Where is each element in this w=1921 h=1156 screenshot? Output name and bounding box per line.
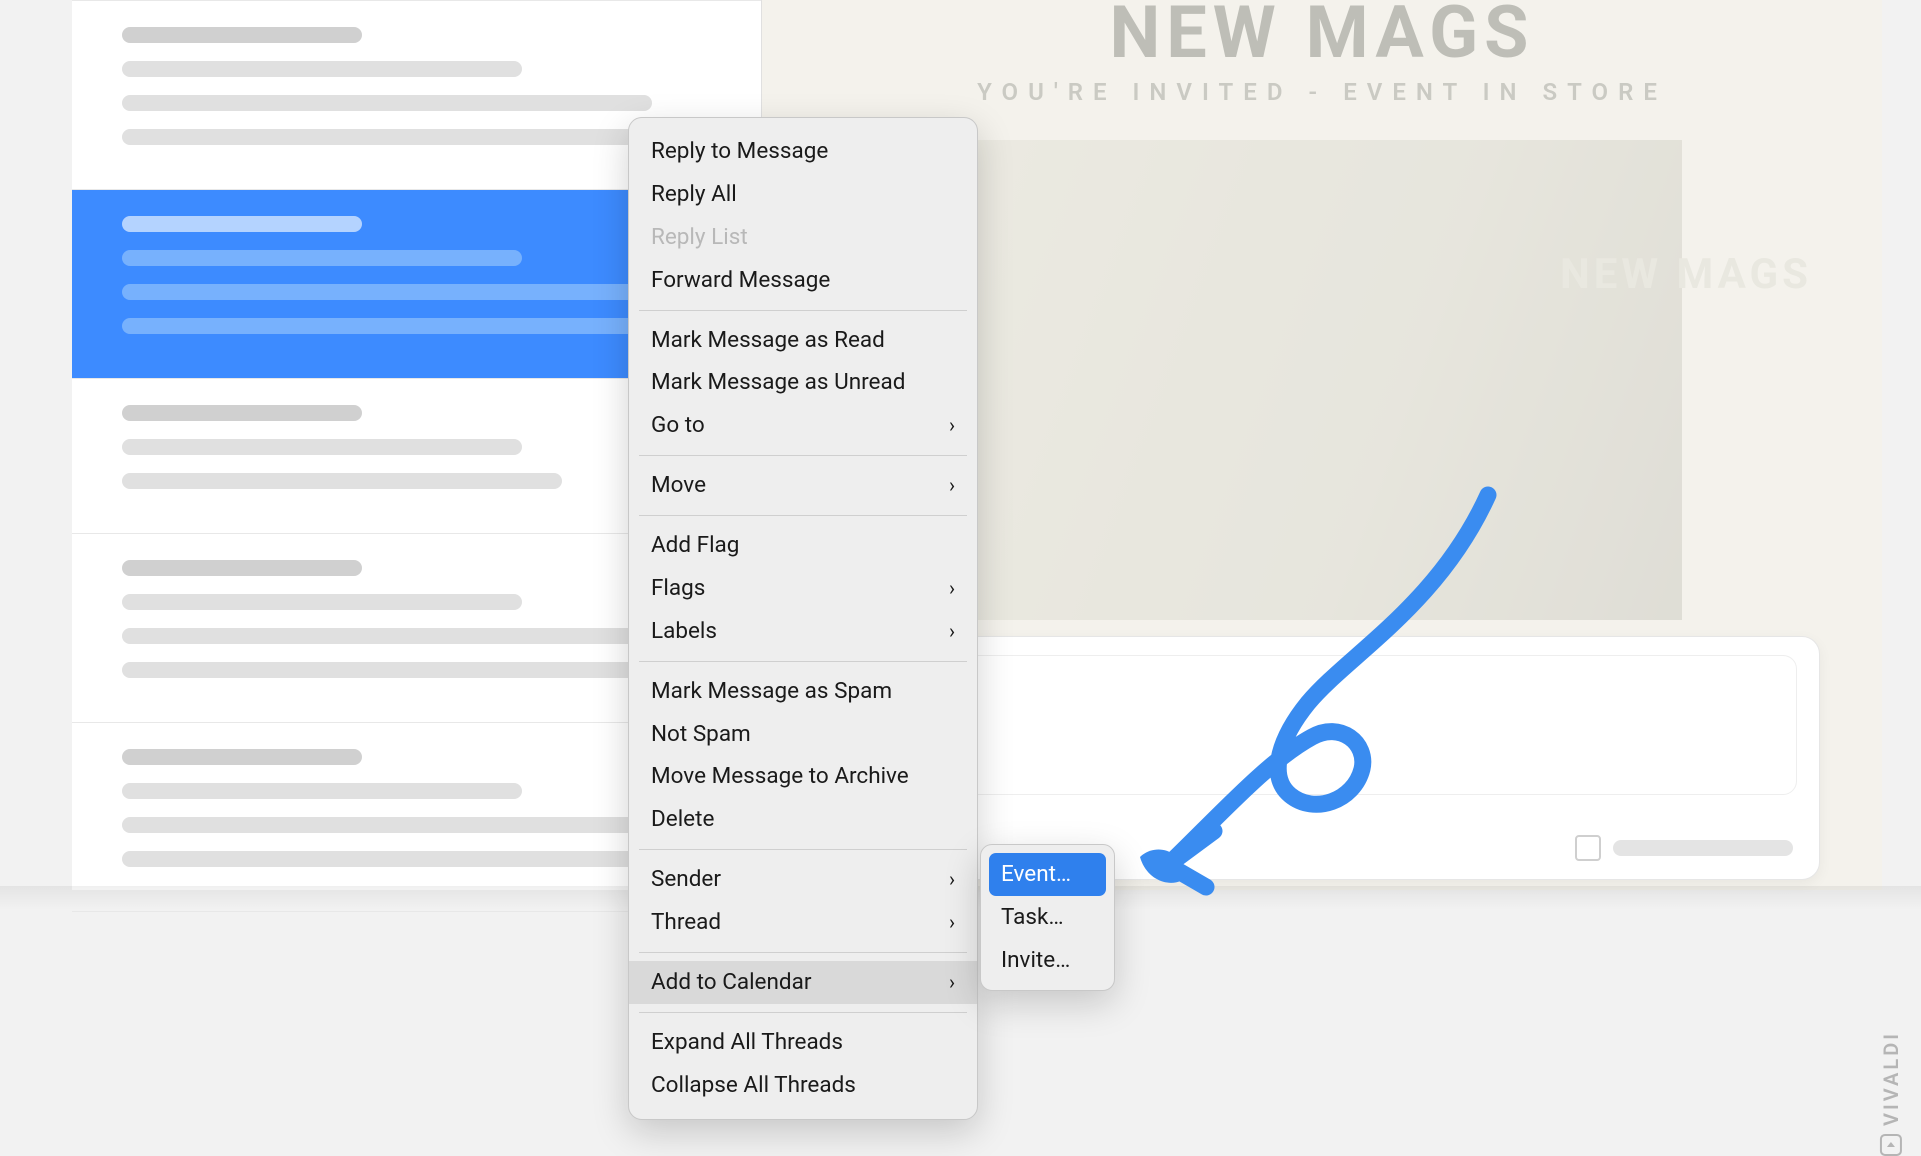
placeholder-line	[122, 61, 522, 77]
menu-item-label: Go to	[651, 408, 705, 443]
placeholder-line	[122, 250, 522, 266]
vivaldi-watermark-text: VIVALDI	[1879, 1031, 1903, 1126]
preview-heading: NEW MAGS	[762, 0, 1882, 75]
chevron-right-icon: ›	[949, 967, 955, 998]
menu-item-label: Delete	[651, 802, 714, 837]
menu-divider	[639, 661, 967, 662]
menu-item-sender[interactable]: Sender ›	[629, 858, 977, 901]
menu-item-mark-message-as-spam[interactable]: Mark Message as Spam	[629, 670, 977, 713]
placeholder-line	[122, 783, 522, 799]
placeholder-line	[122, 628, 652, 644]
menu-item-collapse-all-threads[interactable]: Collapse All Threads	[629, 1064, 977, 1107]
placeholder-line	[122, 662, 652, 678]
menu-item-label: Forward Message	[651, 263, 830, 298]
placeholder-line	[122, 851, 652, 867]
menu-item-label: Reply All	[651, 177, 737, 212]
menu-divider	[639, 952, 967, 953]
context-menu: Reply to Message Reply All Reply List Forwa…	[628, 117, 978, 1120]
menu-item-label: Thread	[651, 905, 721, 940]
preview-subheading: YOU'RE INVITED - EVENT IN STORE	[762, 78, 1882, 106]
placeholder-line	[122, 749, 362, 765]
menu-item-label: Labels	[651, 614, 717, 649]
menu-item-flags[interactable]: Flags ›	[629, 567, 977, 610]
chevron-right-icon: ›	[949, 907, 955, 938]
menu-item-label: Add to Calendar	[651, 965, 811, 1000]
menu-item-label: Reply List	[651, 220, 748, 255]
menu-item-delete[interactable]: Delete	[629, 798, 977, 841]
vivaldi-watermark: VIVALDI	[1879, 1031, 1903, 1156]
menu-item-labels[interactable]: Labels ›	[629, 610, 977, 653]
placeholder-line	[122, 318, 652, 334]
placeholder-line	[122, 439, 522, 455]
chevron-right-icon: ›	[949, 410, 955, 441]
placeholder-line	[122, 594, 522, 610]
menu-item-go-to[interactable]: Go to ›	[629, 404, 977, 447]
preview-watermark-text: NEW MAGS	[1560, 250, 1812, 299]
submenu-item-invite[interactable]: Invite…	[989, 939, 1106, 982]
menu-item-label: Not Spam	[651, 717, 751, 752]
submenu-item-task[interactable]: Task…	[989, 896, 1106, 939]
menu-divider	[639, 310, 967, 311]
placeholder-line	[122, 817, 652, 833]
placeholder-line	[122, 129, 652, 145]
menu-item-thread[interactable]: Thread ›	[629, 901, 977, 944]
menu-divider	[639, 455, 967, 456]
preview-hero-image	[962, 140, 1682, 620]
menu-item-move-message-to-archive[interactable]: Move Message to Archive	[629, 755, 977, 798]
placeholder-line	[122, 405, 362, 421]
chevron-right-icon: ›	[949, 470, 955, 501]
placeholder-line	[122, 473, 562, 489]
menu-item-add-to-calendar[interactable]: Add to Calendar ›	[629, 961, 977, 1004]
placeholder-line	[1613, 840, 1793, 856]
menu-item-mark-message-as-read[interactable]: Mark Message as Read	[629, 319, 977, 362]
menu-item-label: Move Message to Archive	[651, 759, 909, 794]
menu-item-move[interactable]: Move ›	[629, 464, 977, 507]
menu-item-add-flag[interactable]: Add Flag	[629, 524, 977, 567]
context-submenu: Event…Task…Invite…	[980, 844, 1115, 991]
menu-item-label: Move	[651, 468, 706, 503]
menu-item-label: Add Flag	[651, 528, 739, 563]
menu-item-label: Reply to Message	[651, 134, 828, 169]
menu-item-reply-to-message[interactable]: Reply to Message	[629, 130, 977, 173]
menu-item-label: Collapse All Threads	[651, 1068, 856, 1103]
submenu-item-event[interactable]: Event…	[989, 853, 1106, 896]
menu-item-reply-all[interactable]: Reply All	[629, 173, 977, 216]
menu-item-label: Flags	[651, 571, 705, 606]
menu-item-expand-all-threads[interactable]: Expand All Threads	[629, 1021, 977, 1064]
menu-item-not-spam[interactable]: Not Spam	[629, 713, 977, 756]
chevron-right-icon: ›	[949, 616, 955, 647]
reply-footer-row	[1575, 835, 1793, 861]
vivaldi-logo-icon	[1880, 1134, 1902, 1156]
placeholder-line	[122, 27, 362, 43]
menu-item-label: Mark Message as Spam	[651, 674, 892, 709]
menu-item-reply-list: Reply List	[629, 216, 977, 259]
chevron-right-icon: ›	[949, 573, 955, 604]
menu-item-label: Mark Message as Unread	[651, 365, 905, 400]
menu-item-mark-message-as-unread[interactable]: Mark Message as Unread	[629, 361, 977, 404]
placeholder-line	[122, 284, 652, 300]
placeholder-line	[122, 95, 652, 111]
menu-item-forward-message[interactable]: Forward Message	[629, 259, 977, 302]
menu-divider	[639, 849, 967, 850]
chevron-right-icon: ›	[949, 864, 955, 895]
placeholder-line	[122, 560, 362, 576]
menu-item-label: Expand All Threads	[651, 1025, 843, 1060]
menu-item-label: Sender	[651, 862, 721, 897]
menu-divider	[639, 515, 967, 516]
menu-divider	[639, 1012, 967, 1013]
reply-checkbox[interactable]	[1575, 835, 1601, 861]
menu-item-label: Mark Message as Read	[651, 323, 885, 358]
placeholder-line	[122, 216, 362, 232]
